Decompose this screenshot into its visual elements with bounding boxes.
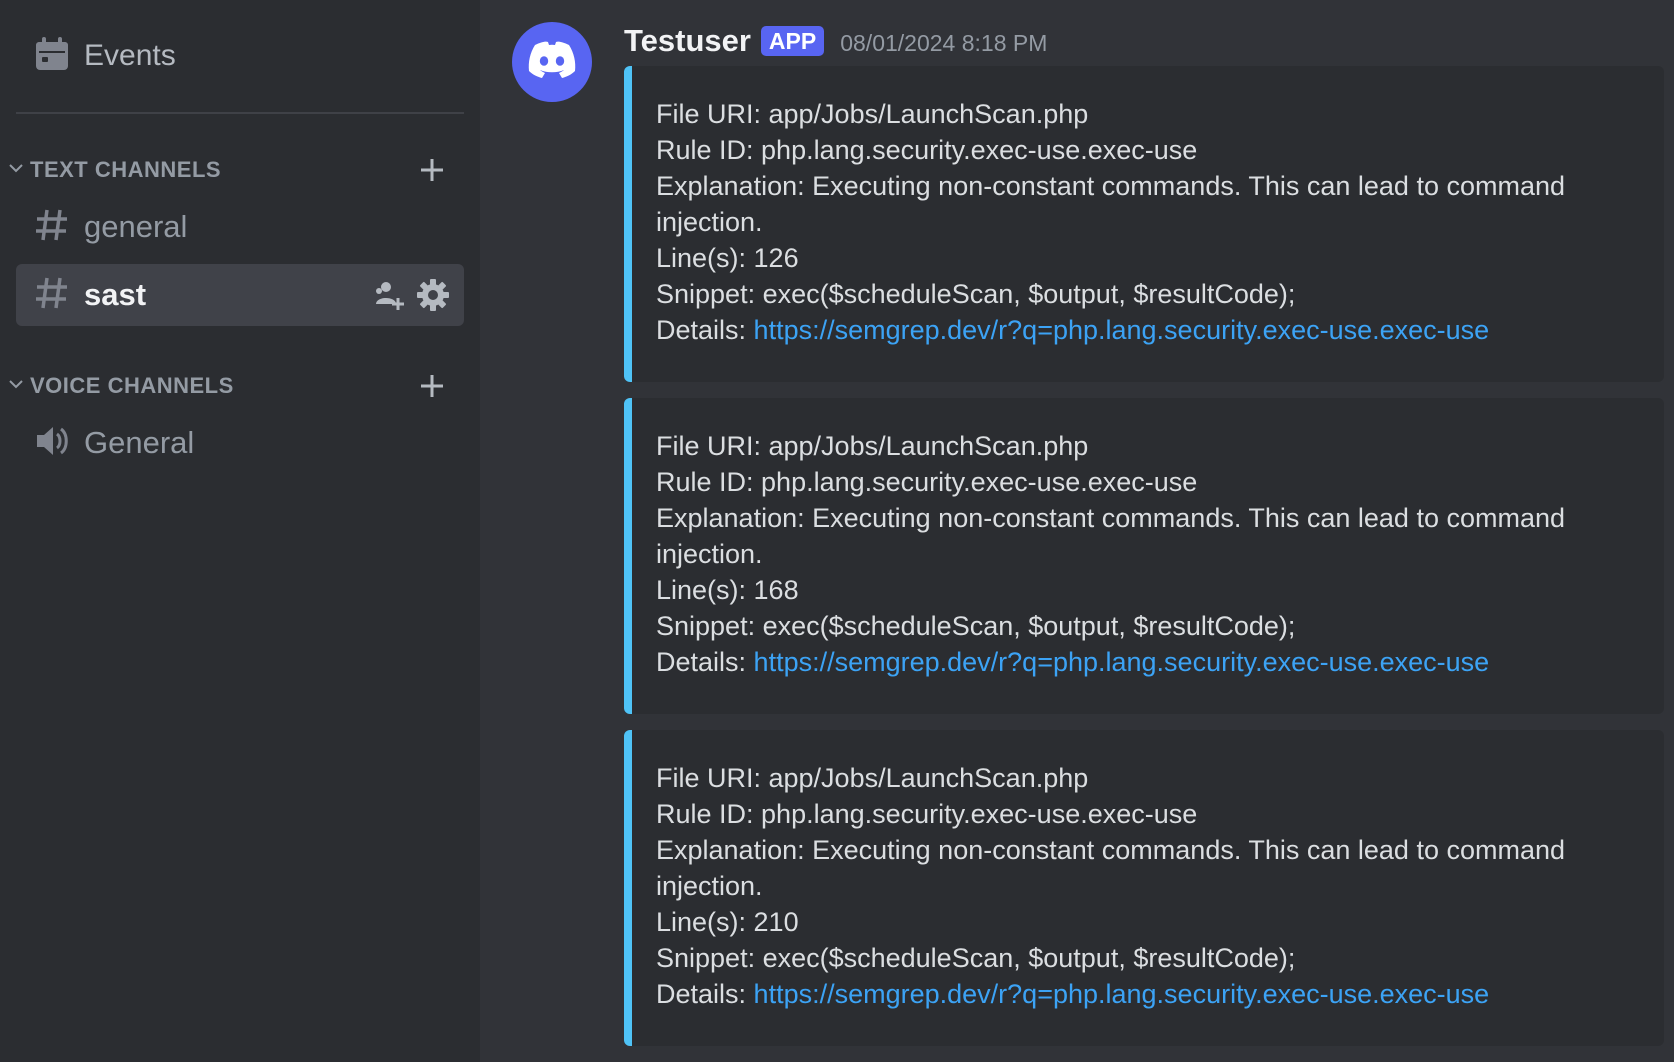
create-channel-icon[interactable] bbox=[416, 154, 448, 186]
hash-icon bbox=[34, 207, 70, 248]
rule-id: Rule ID: php.lang.security.exec-use.exec… bbox=[656, 135, 1198, 165]
details-link[interactable]: https://semgrep.dev/r?q=php.lang.securit… bbox=[754, 979, 1490, 1009]
channel-item-sast[interactable]: sast bbox=[16, 264, 464, 326]
category-label: VOICE CHANNELS bbox=[30, 373, 234, 398]
hash-icon bbox=[34, 275, 70, 316]
snippet: Snippet: exec($scheduleScan, $output, $r… bbox=[656, 279, 1296, 309]
sidebar-divider bbox=[16, 112, 464, 114]
discord-logo-icon bbox=[527, 41, 577, 84]
events-label: Events bbox=[84, 39, 176, 72]
explanation: Explanation: Executing non-constant comm… bbox=[656, 503, 1566, 569]
details-link[interactable]: https://semgrep.dev/r?q=php.lang.securit… bbox=[754, 647, 1490, 677]
snippet: Snippet: exec($scheduleScan, $output, $r… bbox=[656, 611, 1296, 641]
channel-sidebar: Events TEXT CHANNELS general sast VOICE … bbox=[0, 0, 480, 1062]
details-label: Details: bbox=[656, 647, 754, 677]
channel-label: sast bbox=[84, 277, 147, 312]
details-label: Details: bbox=[656, 979, 754, 1009]
line-numbers: Line(s): 168 bbox=[656, 575, 799, 605]
file-uri: File URI: app/Jobs/LaunchScan.php bbox=[656, 431, 1089, 461]
file-uri: File URI: app/Jobs/LaunchScan.php bbox=[656, 99, 1089, 129]
chevron-down-icon bbox=[8, 376, 24, 397]
category-label: TEXT CHANNELS bbox=[30, 157, 222, 182]
embed-card: File URI: app/Jobs/LaunchScan.php Rule I… bbox=[624, 730, 1664, 1046]
details-row: Details: https://semgrep.dev/r?q=php.lan… bbox=[656, 976, 1624, 1012]
line-numbers: Line(s): 210 bbox=[656, 907, 799, 937]
avatar[interactable] bbox=[512, 22, 592, 102]
message-header: Testuser APP 08/01/2024 8:18 PM bbox=[624, 20, 1047, 62]
category-text-channels[interactable]: TEXT CHANNELS bbox=[8, 152, 448, 188]
rule-id: Rule ID: php.lang.security.exec-use.exec… bbox=[656, 799, 1198, 829]
channel-actions bbox=[372, 278, 450, 312]
events-item[interactable]: Events bbox=[16, 26, 464, 86]
category-voice-channels[interactable]: VOICE CHANNELS bbox=[8, 368, 448, 404]
invite-people-icon[interactable] bbox=[372, 278, 406, 312]
rule-id: Rule ID: php.lang.security.exec-use.exec… bbox=[656, 467, 1198, 497]
chevron-down-icon bbox=[8, 160, 24, 181]
calendar-icon bbox=[34, 36, 70, 77]
snippet: Snippet: exec($scheduleScan, $output, $r… bbox=[656, 943, 1296, 973]
embed-card: File URI: app/Jobs/LaunchScan.php Rule I… bbox=[624, 66, 1664, 382]
channel-label: general bbox=[84, 209, 188, 244]
details-row: Details: https://semgrep.dev/r?q=php.lan… bbox=[656, 644, 1624, 680]
username[interactable]: Testuser bbox=[624, 23, 751, 59]
details-label: Details: bbox=[656, 315, 754, 345]
create-channel-icon[interactable] bbox=[416, 370, 448, 402]
speaker-icon bbox=[34, 423, 70, 464]
explanation: Explanation: Executing non-constant comm… bbox=[656, 835, 1566, 901]
app-badge: APP bbox=[760, 26, 825, 56]
embed-card: File URI: app/Jobs/LaunchScan.php Rule I… bbox=[624, 398, 1664, 714]
file-uri: File URI: app/Jobs/LaunchScan.php bbox=[656, 763, 1089, 793]
channel-item-general[interactable]: general bbox=[16, 196, 464, 258]
channel-item-voice-general[interactable]: General bbox=[16, 412, 464, 474]
details-row: Details: https://semgrep.dev/r?q=php.lan… bbox=[656, 312, 1624, 348]
timestamp: 08/01/2024 8:18 PM bbox=[840, 29, 1048, 56]
channel-label: General bbox=[84, 425, 195, 460]
line-numbers: Line(s): 126 bbox=[656, 243, 799, 273]
details-link[interactable]: https://semgrep.dev/r?q=php.lang.securit… bbox=[754, 315, 1490, 345]
explanation: Explanation: Executing non-constant comm… bbox=[656, 171, 1566, 237]
gear-icon[interactable] bbox=[416, 278, 450, 312]
